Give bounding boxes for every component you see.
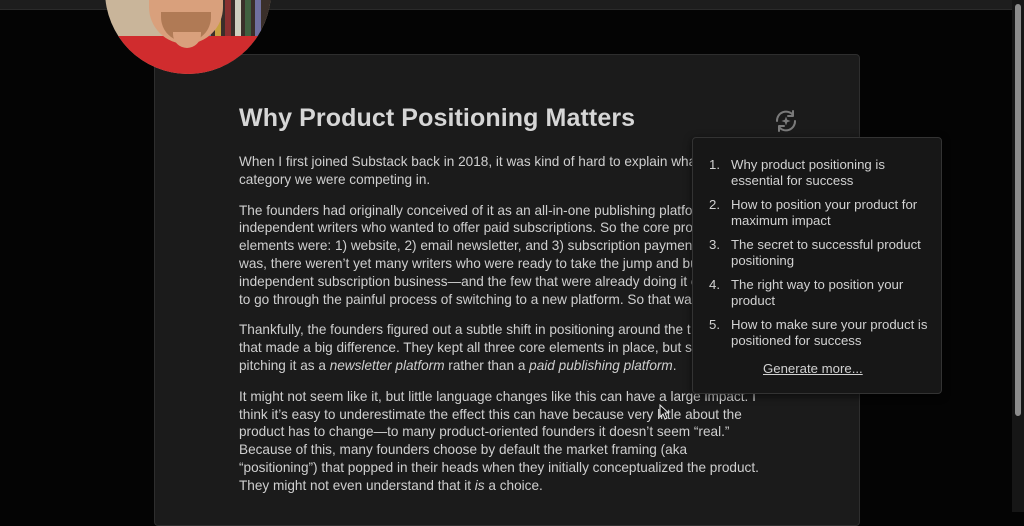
text-span: . <box>672 357 677 373</box>
text-span: rather than a <box>444 357 530 373</box>
suggestion-item[interactable]: 4. The right way to position your product <box>709 277 933 309</box>
webcam-book <box>245 0 251 36</box>
text-line: think it’s easy to underestimate the eff… <box>239 406 742 422</box>
italic-text: paid publishing platform <box>529 357 673 373</box>
suggestion-number: 1. <box>709 157 720 172</box>
text-line: Because of this, many founders choose by… <box>239 442 688 458</box>
webcam-book <box>225 0 231 36</box>
italic-text: is <box>474 477 485 493</box>
suggestion-number: 2. <box>709 197 720 212</box>
suggestion-text: The secret to successful product positio… <box>731 237 921 268</box>
text-line: “positioning”) that popped in their head… <box>239 459 759 475</box>
suggestion-list: 1. Why product positioning is essential f… <box>709 157 933 357</box>
suggestion-item[interactable]: 1. Why product positioning is essential f… <box>709 157 933 189</box>
suggestion-text: How to position your product for maximum… <box>731 197 918 228</box>
suggestion-number: 4. <box>709 277 720 292</box>
title-suggestions-popup: 1. Why product positioning is essential f… <box>692 137 942 394</box>
webcam-overlay <box>105 0 271 74</box>
paragraph[interactable]: It might not seem like it, but little la… <box>239 388 779 495</box>
webcam-book <box>255 0 261 36</box>
suggestion-item[interactable]: 2. How to position your product for maxim… <box>709 197 933 229</box>
suggestion-number: 5. <box>709 317 720 332</box>
scrollbar-thumb[interactable] <box>1015 4 1021 416</box>
arrow-cursor-icon <box>659 404 669 420</box>
page-scrollbar[interactable] <box>1012 0 1024 512</box>
text-span: pitching it as a <box>239 357 330 373</box>
italic-text: newsletter platform <box>329 357 445 373</box>
generate-more-link[interactable]: Generate more... <box>763 361 863 376</box>
suggestion-item[interactable]: 3. The secret to successful product posit… <box>709 237 933 269</box>
refresh-sparkle-icon[interactable] <box>773 108 799 134</box>
suggestion-text: The right way to position your product <box>731 277 904 308</box>
suggestion-number: 3. <box>709 237 720 252</box>
webcam-book <box>235 0 241 36</box>
text-line: They might not even understand that it i… <box>239 477 779 495</box>
suggestion-text: How to make sure your product is positio… <box>731 317 928 348</box>
text-span: a choice. <box>484 477 543 493</box>
suggestion-text: Why product positioning is essential for… <box>731 157 885 188</box>
text-span: They might not even understand that it <box>239 477 475 493</box>
text-line: product has to change—to many product-or… <box>239 424 730 440</box>
document-title[interactable]: Why Product Positioning Matters <box>239 104 635 133</box>
suggestion-item[interactable]: 5. How to make sure your product is posit… <box>709 317 933 349</box>
